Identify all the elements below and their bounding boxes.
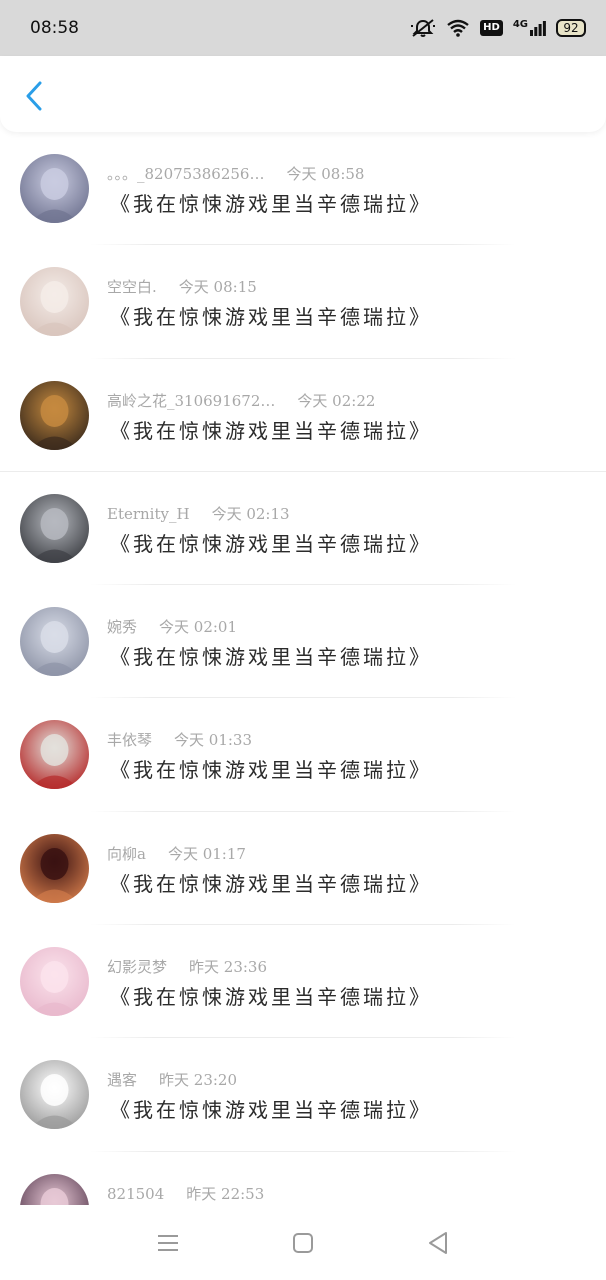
comment-time: 今天 08:58 xyxy=(286,165,365,183)
wifi-icon xyxy=(447,19,469,37)
comment-text: 《我在惊悚游戏里当辛德瑞拉》 xyxy=(110,985,432,1010)
comment-text: 《我在惊悚游戏里当辛德瑞拉》 xyxy=(110,758,432,783)
user-name[interactable]: 婉秀 xyxy=(107,618,137,636)
comment-time: 今天 08:15 xyxy=(178,278,257,297)
list-item[interactable]: 高岭之花_310691672… 今天 02:22 《我在惊悚游戏里当辛德瑞拉》 xyxy=(0,359,606,472)
comment-time: 今天 02:13 xyxy=(211,504,290,523)
list-item[interactable]: Eternity_H 今天 02:13 《我在惊悚游戏里当辛德瑞拉》 xyxy=(0,472,606,586)
comment-meta: 高岭之花_310691672… 今天 02:22 xyxy=(107,390,375,411)
menu-button[interactable] xyxy=(148,1223,188,1263)
navigation-bar xyxy=(0,1205,606,1280)
status-time: 08:58 xyxy=(30,18,79,38)
list-item[interactable]: 向柳a 今天 01:17 《我在惊悚游戏里当辛德瑞拉》 xyxy=(0,812,606,926)
mute-bell-icon xyxy=(411,19,436,37)
avatar[interactable] xyxy=(20,1060,89,1130)
avatar[interactable] xyxy=(20,493,89,563)
user-name[interactable]: 高岭之花_310691672… xyxy=(107,392,275,410)
list-item[interactable]: 幻影灵梦 昨天 23:36 《我在惊悚游戏里当辛德瑞拉》 xyxy=(0,925,606,1039)
hd-icon: HD xyxy=(480,20,503,36)
comment-text: 《我在惊悚游戏里当辛德瑞拉》 xyxy=(110,418,432,443)
comment-meta: 。。。_82075386256… 今天 08:58 xyxy=(107,163,364,184)
comment-text: 《我在惊悚游戏里当辛德瑞拉》 xyxy=(110,645,432,670)
comment-meta: 空空白. 今天 08:15 xyxy=(107,276,257,297)
comment-text: 《我在惊悚游戏里当辛德瑞拉》 xyxy=(110,531,432,556)
avatar[interactable] xyxy=(20,1173,89,1205)
back-button[interactable] xyxy=(18,78,50,114)
status-bar: 08:58 HD 4G 92 xyxy=(0,0,606,56)
comment-time: 今天 02:22 xyxy=(297,391,376,410)
user-name[interactable]: 空空白. xyxy=(107,278,157,296)
list-item[interactable]: 。。。_82075386256… 今天 08:58 《我在惊悚游戏里当辛德瑞拉》 xyxy=(0,132,606,246)
user-name[interactable]: Eternity_H xyxy=(107,505,190,523)
network-label: 4G xyxy=(512,19,528,30)
avatar[interactable] xyxy=(20,720,89,790)
avatar[interactable] xyxy=(20,607,89,677)
comment-meta: 向柳a 今天 01:17 xyxy=(107,843,246,864)
back-triangle-icon xyxy=(429,1231,448,1254)
signal-bars-icon xyxy=(530,21,546,36)
list-item[interactable]: 丰依琴 今天 01:33 《我在惊悚游戏里当辛德瑞拉》 xyxy=(0,698,606,812)
list-item[interactable]: 婉秀 今天 02:01 《我在惊悚游戏里当辛德瑞拉》 xyxy=(0,585,606,699)
comment-meta: 婉秀 今天 02:01 xyxy=(107,616,237,637)
comment-text: 《我在惊悚游戏里当辛德瑞拉》 xyxy=(110,871,432,896)
avatar[interactable] xyxy=(20,833,89,903)
comment-meta: 遇客 昨天 23:20 xyxy=(107,1069,237,1090)
user-name[interactable]: 。。。_82075386256… xyxy=(107,165,264,183)
comment-time: 昨天 22:53 xyxy=(186,1184,265,1203)
chevron-left-icon xyxy=(26,81,42,111)
user-name[interactable]: 丰依琴 xyxy=(107,731,152,749)
user-name[interactable]: 幻影灵梦 xyxy=(107,958,167,976)
avatar[interactable] xyxy=(20,947,89,1017)
signal-icon: 4G xyxy=(513,20,546,36)
comment-time: 今天 01:17 xyxy=(167,844,246,863)
comment-time: 昨天 23:36 xyxy=(189,958,268,977)
avatar[interactable] xyxy=(20,267,89,337)
comment-time: 昨天 23:20 xyxy=(159,1071,238,1090)
comment-text: 《我在惊悚游戏里当辛德瑞拉》 xyxy=(110,1098,432,1123)
list-item[interactable]: 遇客 昨天 23:20 《我在惊悚游戏里当辛德瑞拉》 xyxy=(0,1038,606,1152)
battery-icon: 92 xyxy=(556,19,586,37)
list-item[interactable]: 821504 昨天 22:53 xyxy=(0,1152,606,1205)
user-name[interactable]: 821504 xyxy=(107,1185,164,1203)
comment-time: 今天 02:01 xyxy=(159,618,238,637)
status-icons: HD 4G 92 xyxy=(410,18,586,38)
menu-icon xyxy=(157,1234,178,1251)
home-button[interactable] xyxy=(283,1223,323,1263)
comment-meta: 幻影灵梦 昨天 23:36 xyxy=(107,956,267,977)
user-name[interactable]: 向柳a xyxy=(107,845,146,863)
comment-time: 今天 01:33 xyxy=(174,731,253,750)
comment-text: 《我在惊悚游戏里当辛德瑞拉》 xyxy=(110,305,432,330)
list-item[interactable]: 空空白. 今天 08:15 《我在惊悚游戏里当辛德瑞拉》 xyxy=(0,245,606,359)
avatar[interactable] xyxy=(20,154,89,223)
comment-meta: 821504 昨天 22:53 xyxy=(107,1183,264,1204)
comment-list[interactable]: 。。。_82075386256… 今天 08:58 《我在惊悚游戏里当辛德瑞拉》 空空… xyxy=(0,132,606,1205)
comment-meta: Eternity_H 今天 02:13 xyxy=(107,503,290,524)
user-name[interactable]: 遇客 xyxy=(107,1071,137,1089)
system-back-button[interactable] xyxy=(418,1223,458,1263)
avatar[interactable] xyxy=(20,380,89,450)
home-square-icon xyxy=(292,1232,313,1253)
header xyxy=(0,56,606,132)
comment-text: 《我在惊悚游戏里当辛德瑞拉》 xyxy=(110,192,432,216)
comment-meta: 丰依琴 今天 01:33 xyxy=(107,729,252,750)
